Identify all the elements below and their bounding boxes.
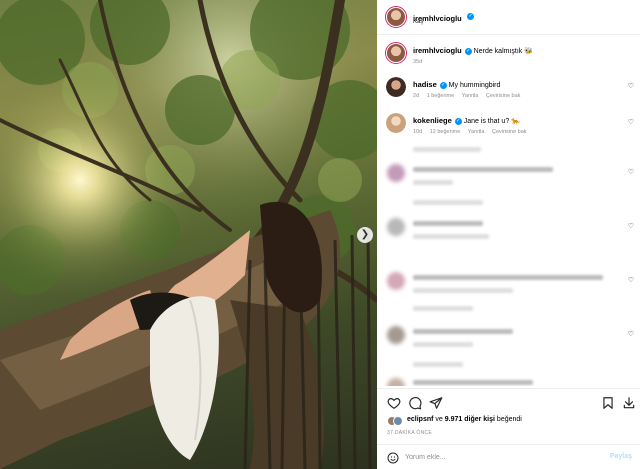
- liker-avatar: [393, 416, 403, 426]
- author-avatar[interactable]: [385, 6, 407, 28]
- comment-composer: Paylaş: [377, 444, 640, 469]
- blurred-comment-line: [413, 234, 489, 239]
- comment-meta: 2d 1 beğenme Yanıtla Çevirisine bak: [413, 93, 526, 99]
- caption-username[interactable]: iremhlvcioglu: [413, 46, 462, 55]
- caption-age: 35d: [413, 59, 423, 65]
- liker-username[interactable]: eclipsnf: [407, 416, 433, 423]
- comment-meta: 10d 12 beğenme Yanıtla Çevirisine bak: [413, 129, 533, 135]
- verified-badge-icon: ✓: [439, 81, 447, 89]
- blurred-comment-line: [413, 221, 483, 226]
- comment-like-heart-icon[interactable]: ♡: [628, 330, 634, 338]
- comment-input[interactable]: [405, 450, 595, 464]
- comment-age: 10d: [413, 129, 423, 135]
- photo-illustration: [0, 0, 377, 469]
- post-location[interactable]: Kaş: [413, 19, 423, 25]
- comment-like-heart-icon[interactable]: ♡: [628, 222, 634, 230]
- speech-bubble-icon[interactable]: [408, 396, 422, 410]
- blurred-comment: ♡: [377, 214, 640, 266]
- blurred-comment: ♡: [377, 268, 640, 320]
- comment-text-row: kokenliege ✓ Jane is that u? 🐆: [413, 116, 520, 125]
- comment-avatar[interactable]: [386, 113, 406, 133]
- reply-button[interactable]: Yanıtla: [462, 93, 479, 99]
- blurred-comment: ♡: [377, 160, 640, 210]
- comment-likes[interactable]: 1 beğenme: [427, 93, 455, 99]
- caption-text-row: iremhlvcioglu ✓ Nerde kalmıştık 🐝: [413, 46, 533, 55]
- blurred-comment: [377, 376, 640, 386]
- blurred-comment-line: [413, 288, 513, 293]
- post-photo: ❯: [0, 0, 377, 469]
- blurred-comment: ♡: [377, 322, 640, 372]
- heart-icon[interactable]: [387, 396, 401, 410]
- blurred-avatar: [387, 378, 405, 386]
- likes-text: eclipsnf ve 9.971 diğer kişi beğendi: [407, 416, 522, 423]
- likes-suffix: beğendi: [496, 416, 522, 423]
- blurred-comment-line: [413, 180, 453, 185]
- blurred-comment-line: [413, 329, 513, 334]
- comment-item: hadise ✓ My hummingbird 2d 1 beğenme Yan…: [377, 76, 640, 110]
- post-actions: [377, 388, 640, 414]
- comments-list: iremhlvcioglu ✓ Nerde kalmıştık 🐝 35d ha…: [377, 36, 640, 386]
- blurred-comment-line: [413, 306, 473, 311]
- comment-likes[interactable]: 12 beğenme: [430, 129, 461, 135]
- caption: iremhlvcioglu ✓ Nerde kalmıştık 🐝 35d: [377, 42, 640, 76]
- blurred-comment-line: [413, 275, 603, 280]
- download-icon[interactable]: [622, 396, 636, 410]
- verified-badge-icon: ✓: [467, 13, 475, 21]
- blurred-avatar: [387, 164, 405, 182]
- blurred-comment-line: [413, 200, 483, 205]
- chevron-right-icon: ❯: [360, 229, 370, 240]
- translate-button[interactable]: Çevirisine bak: [492, 129, 527, 135]
- blurred-comment-line: [413, 147, 481, 152]
- blurred-comment-line: [413, 380, 533, 385]
- post-comment-button[interactable]: Paylaş: [610, 453, 632, 460]
- post-timestamp: 37 DAKİKA ÖNCE: [387, 430, 433, 436]
- verified-badge-icon: ✓: [454, 117, 462, 125]
- caption-text: Nerde kalmıştık 🐝: [473, 48, 533, 55]
- comment-like-heart-icon[interactable]: ♡: [628, 82, 634, 90]
- comment-username[interactable]: kokenliege: [413, 116, 452, 125]
- paper-plane-icon[interactable]: [429, 396, 443, 410]
- comment-text-row: hadise ✓ My hummingbird: [413, 80, 500, 89]
- translate-button[interactable]: Çevirisine bak: [486, 93, 521, 99]
- blurred-comment-line: [413, 362, 463, 367]
- blurred-comment-line: [413, 167, 553, 172]
- comment-age: 2d: [413, 93, 420, 99]
- likes-others[interactable]: 9.971 diğer kişi: [445, 416, 495, 423]
- comment-avatar[interactable]: [386, 77, 406, 97]
- blurred-avatar: [387, 326, 405, 344]
- smiley-icon[interactable]: [387, 451, 399, 464]
- caption-avatar[interactable]: [385, 42, 407, 64]
- comment-like-heart-icon[interactable]: ♡: [628, 168, 634, 176]
- likes-summary: eclipsnf ve 9.971 diğer kişi beğendi: [387, 415, 637, 429]
- reply-button[interactable]: Yanıtla: [468, 129, 485, 135]
- comment-text: My hummingbird: [448, 82, 501, 89]
- post-header: iremhlvcioglu ✓ Kaş: [377, 0, 640, 35]
- comment-text: Jane is that u? 🐆: [463, 118, 520, 125]
- blurred-avatar: [387, 218, 405, 236]
- verified-badge-icon: ✓: [464, 47, 472, 55]
- likes-connector: ve: [435, 416, 443, 423]
- blurred-comment-line: [413, 342, 473, 347]
- post-side-panel: iremhlvcioglu ✓ Kaş iremhlvcioglu ✓ Nerd…: [377, 0, 640, 469]
- bookmark-icon[interactable]: [601, 396, 615, 410]
- comment-like-heart-icon[interactable]: ♡: [628, 118, 634, 126]
- next-photo-button[interactable]: ❯: [357, 227, 373, 243]
- comment-username[interactable]: hadise: [413, 80, 437, 89]
- comment-item: kokenliege ✓ Jane is that u? 🐆 10d 12 be…: [377, 112, 640, 146]
- blurred-avatar: [387, 272, 405, 290]
- comment-like-heart-icon[interactable]: ♡: [628, 276, 634, 284]
